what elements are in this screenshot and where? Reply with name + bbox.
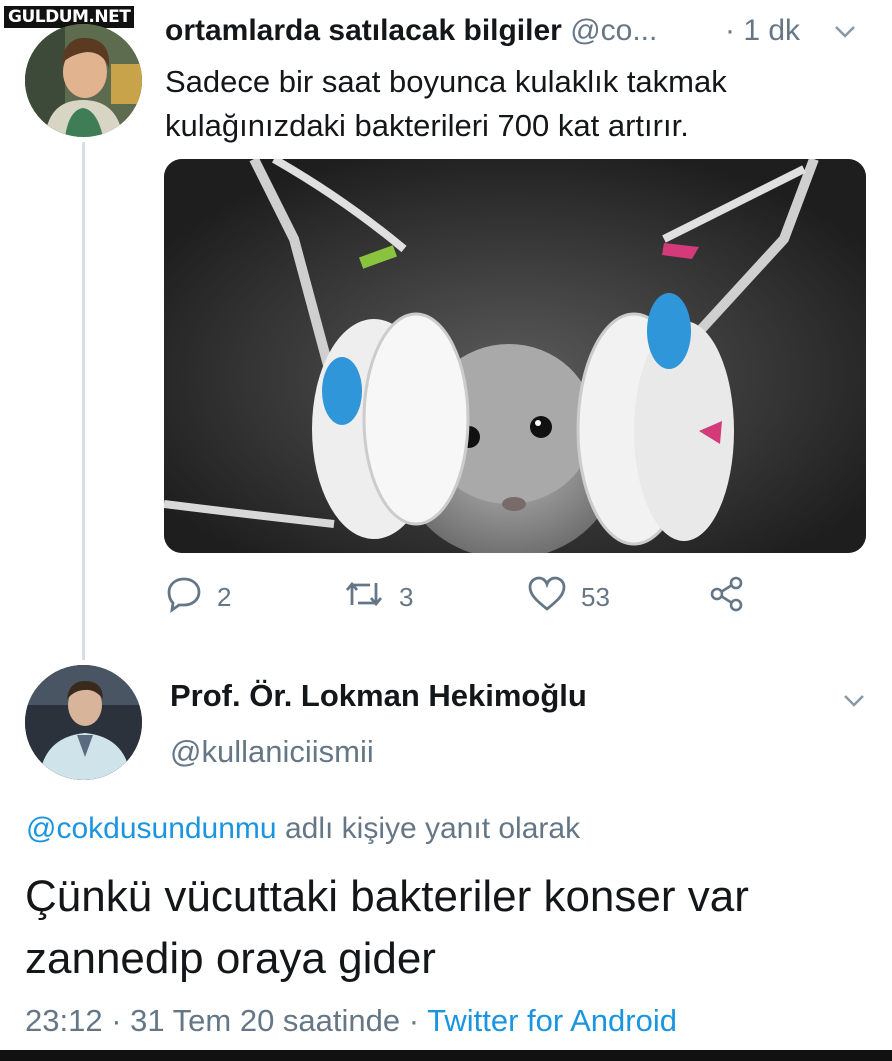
reply-icon[interactable] [165, 575, 203, 620]
user-handle[interactable]: @co... [570, 14, 657, 47]
tweet-source-link[interactable]: Twitter for Android [427, 1003, 677, 1038]
heart-icon[interactable] [527, 575, 567, 620]
tweet-text-line: Sadece bir saat boyunca kulaklık takmak [165, 64, 727, 99]
user-avatar[interactable] [25, 24, 142, 137]
retweet-action[interactable]: 3 [343, 575, 413, 620]
thread-line [82, 142, 85, 660]
reply-mention-link[interactable]: @cokdusundunmu [26, 812, 277, 845]
display-name[interactable]: Prof. Ör. Lokman Hekimoğlu [170, 678, 587, 714]
reply-action[interactable]: 2 [165, 575, 231, 620]
like-action[interactable]: 53 [527, 575, 610, 620]
tweet-media-image[interactable] [164, 159, 866, 553]
reply-count: 2 [217, 582, 232, 612]
user-avatar[interactable] [25, 665, 142, 780]
tweet-text-line: Çünkü vücuttaki bakteriler konser var [25, 872, 749, 921]
tweet-text: Çünkü vücuttaki bakteriler konser var za… [25, 866, 875, 990]
share-icon[interactable] [708, 575, 746, 620]
tweet-text-line: zannedip oraya gider [25, 934, 436, 983]
share-action[interactable] [708, 575, 746, 620]
tweet-meta: 23:12 · 31 Tem 20 saatinde · Twitter for… [25, 1003, 677, 1039]
tweet-text: Sadece bir saat boyunca kulaklık takmak … [165, 60, 855, 148]
tweet-timestamp: 23:12 · 31 Tem 20 saatinde · [25, 1003, 428, 1038]
display-name[interactable]: ortamlarda satılacak bilgiler [165, 14, 562, 47]
user-handle[interactable]: @kullaniciismii [170, 734, 374, 770]
tweet-text-line: kulağınızdaki bakterileri 700 kat artırı… [165, 108, 689, 143]
reply-context: @cokdusundunmu adlı kişiye yanıt olarak [26, 812, 580, 846]
tweet-time[interactable]: · 1 dk [725, 14, 800, 48]
bottom-border [0, 1050, 892, 1061]
chevron-down-icon[interactable] [832, 18, 858, 52]
tweet-actions: 2 3 53 [165, 575, 865, 621]
like-count: 53 [581, 582, 610, 612]
chevron-down-icon[interactable] [841, 687, 867, 718]
retweet-icon[interactable] [343, 575, 385, 620]
reply-context-text: adlı kişiye yanıt olarak [276, 812, 581, 845]
tweet-header: ortamlarda satılacak bilgiler @co... · 1… [165, 14, 875, 58]
retweet-count: 3 [399, 582, 414, 612]
